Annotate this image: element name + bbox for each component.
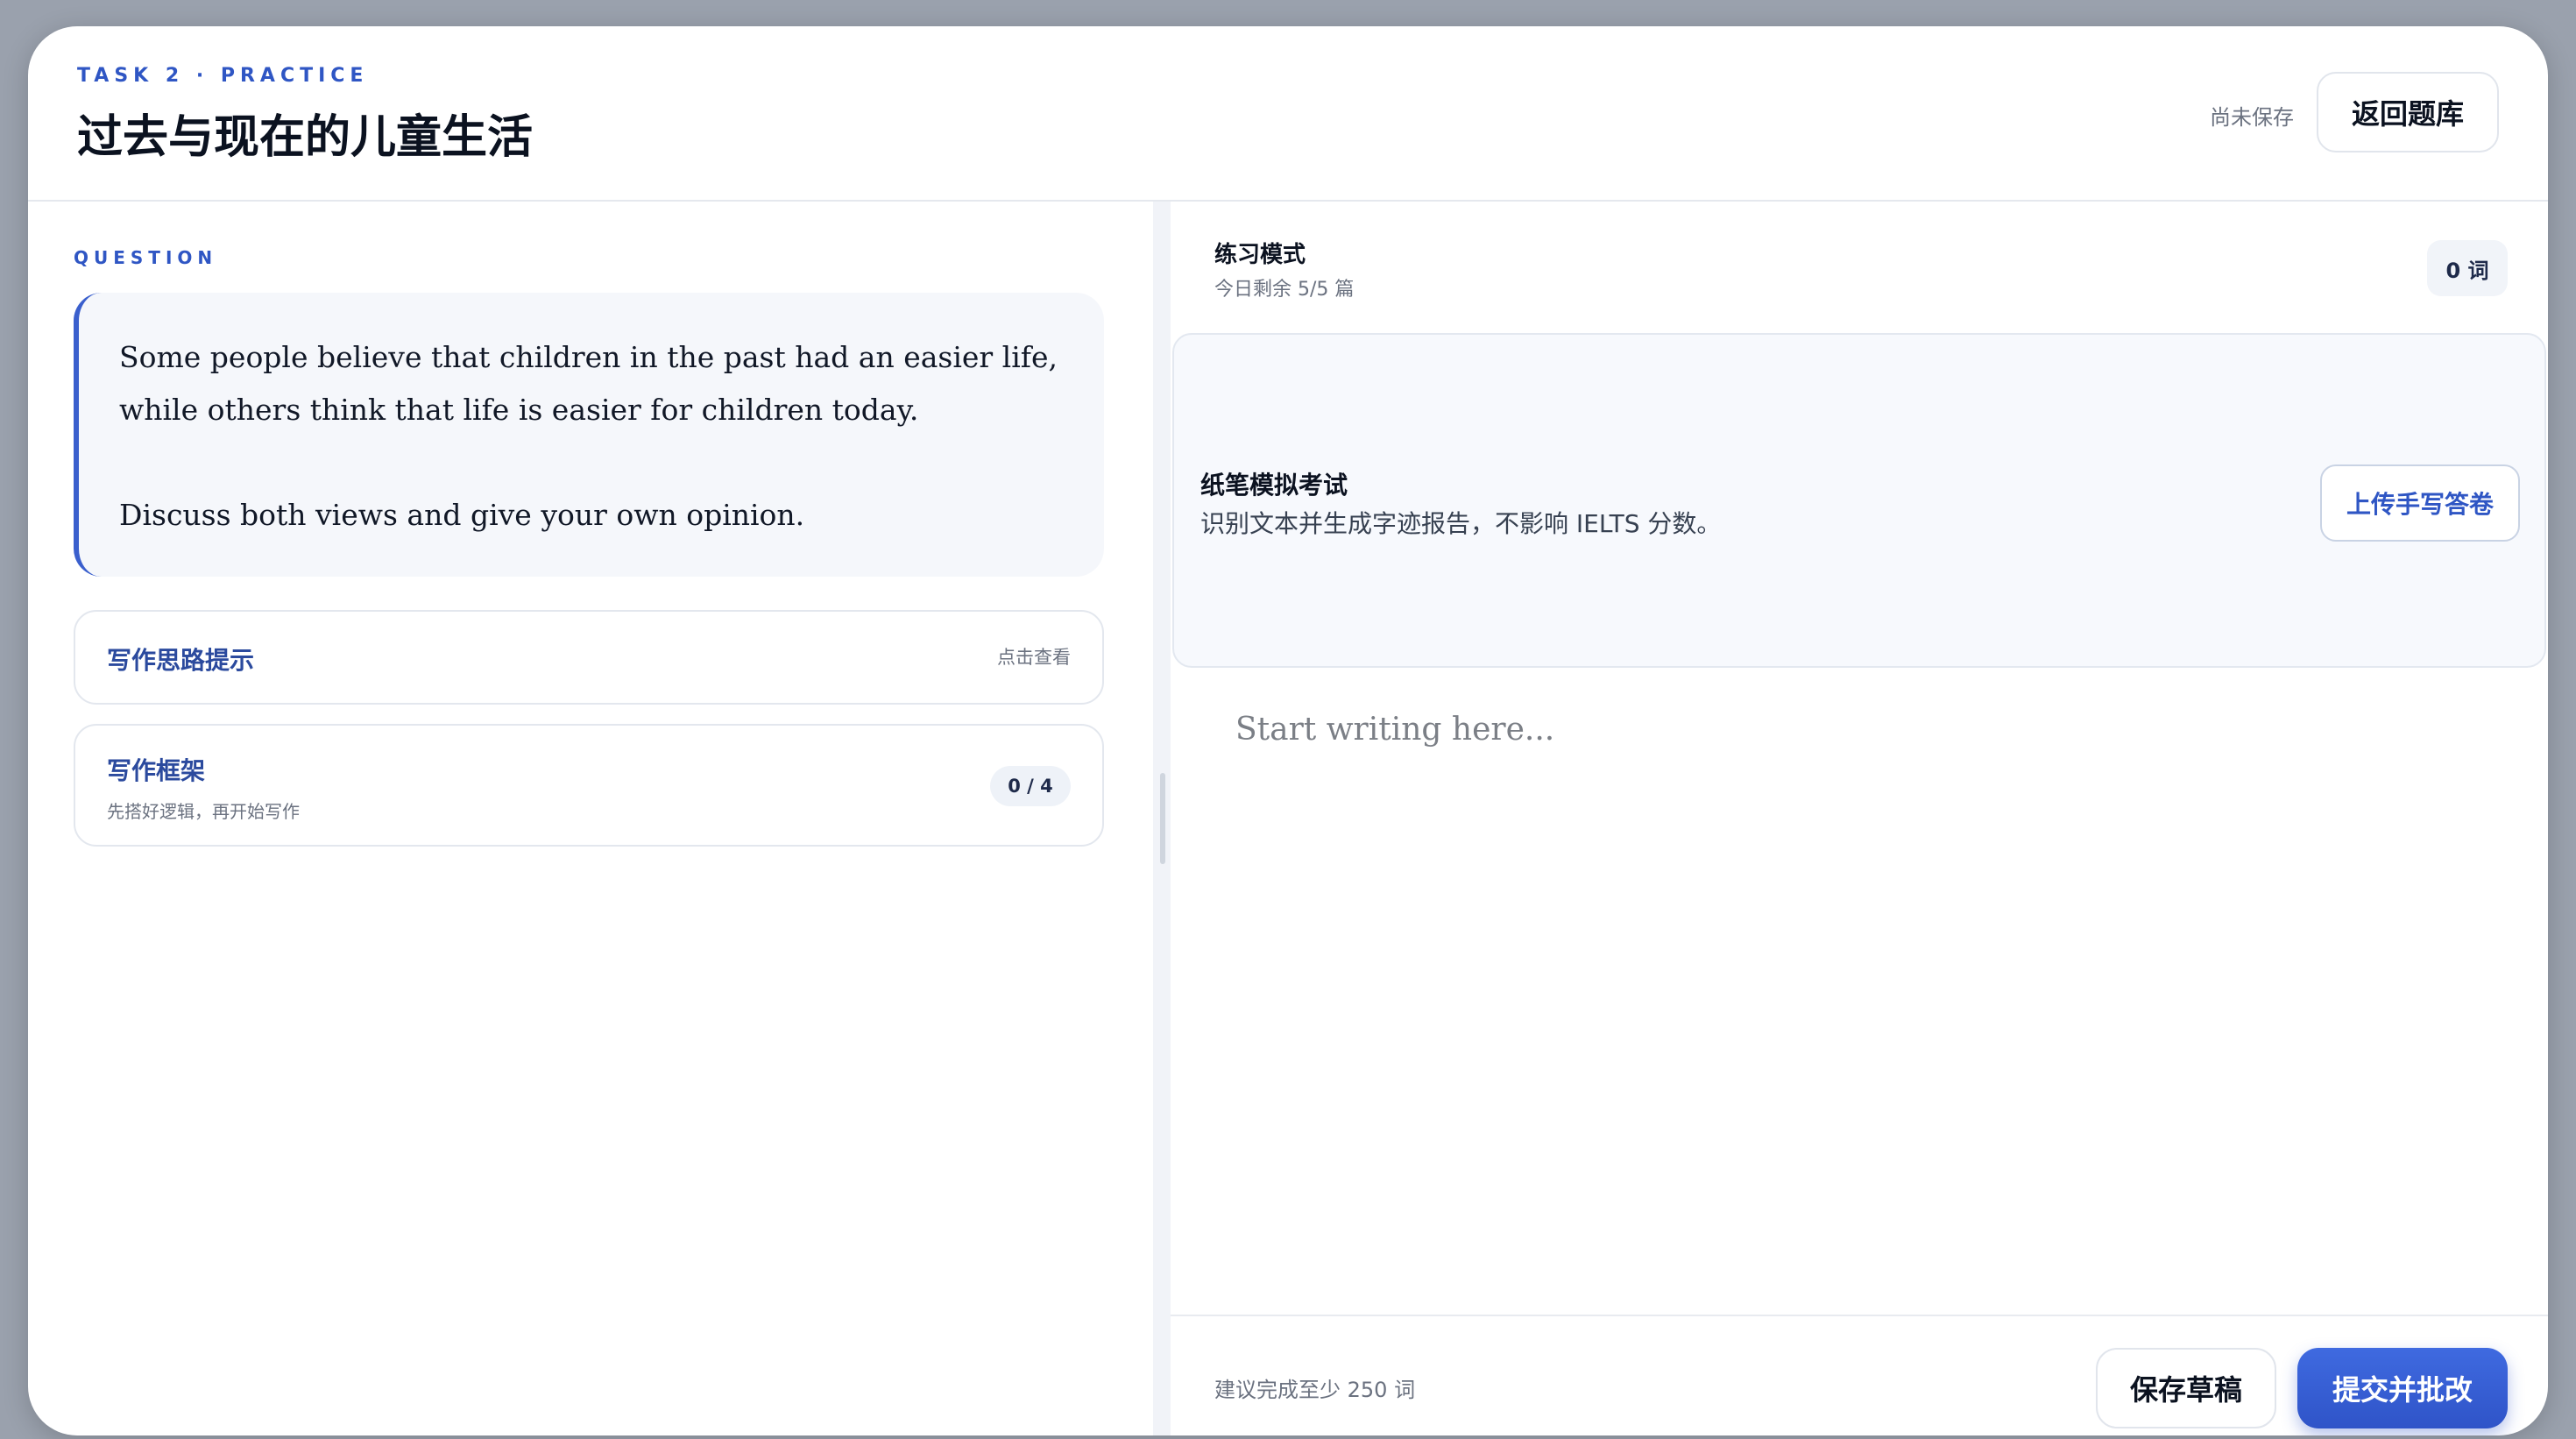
question-card: Some people believe that children in the… (74, 293, 1104, 577)
submit-grade-button[interactable]: 提交并批改 (2297, 1348, 2508, 1428)
page-header: TASK 2 · PRACTICE 过去与现在的儿童生活 尚未保存 返回题库 (28, 26, 2548, 202)
framework-subtitle: 先搭好逻辑，再开始写作 (107, 801, 300, 822)
question-text: Some people believe that children in the… (119, 340, 1058, 427)
writing-hints-title: 写作思路提示 (107, 646, 255, 675)
paper-exam-card: 纸笔模拟考试 识别文本并生成字迹报告，不影响 IELTS 分数。 上传手写答卷 (1172, 333, 2546, 668)
framework-title: 写作框架 (107, 756, 206, 785)
question-instruction: Discuss both views and give your own opi… (119, 498, 805, 532)
paper-exam-title: 纸笔模拟考试 (1200, 471, 1348, 500)
app-window: TASK 2 · PRACTICE 过去与现在的儿童生活 尚未保存 返回题库 Q… (28, 26, 2548, 1435)
word-count-badge: 0 词 (2427, 240, 2508, 296)
writing-hints-card[interactable]: 写作思路提示 点击查看 (74, 610, 1104, 705)
remaining-count: 今日剩余 5/5 篇 (1214, 279, 1355, 301)
question-pane: QUESTION Some people believe that childr… (28, 202, 1153, 1435)
page-title: 过去与现在的儿童生活 (77, 111, 534, 164)
upload-handwritten-button[interactable]: 上传手写答卷 (2320, 464, 2520, 542)
essay-editor[interactable] (1171, 670, 2548, 1227)
writing-framework-card[interactable]: 写作框架 先搭好逻辑，再开始写作 0 / 4 (74, 724, 1104, 847)
paper-exam-description: 识别文本并生成字迹报告，不影响 IELTS 分数。 (1200, 509, 1722, 538)
save-status: 尚未保存 (2210, 105, 2294, 130)
question-section-label: QUESTION (74, 247, 218, 268)
task-eyebrow: TASK 2 · PRACTICE (77, 65, 369, 87)
word-target-hint: 建议完成至少 250 词 (1214, 1378, 1416, 1402)
back-to-bank-button[interactable]: 返回题库 (2317, 72, 2499, 152)
view-hints-link[interactable]: 点击查看 (997, 643, 1071, 670)
framework-progress-badge: 0 / 4 (990, 766, 1071, 806)
save-draft-button[interactable]: 保存草稿 (2096, 1348, 2276, 1428)
editor-footer: 建议完成至少 250 词 保存草稿 提交并批改 (1171, 1315, 2548, 1435)
practice-mode-label: 练习模式 (1214, 242, 1306, 268)
resize-handle[interactable] (1160, 773, 1165, 864)
writing-pane: 练习模式 今日剩余 5/5 篇 0 词 纸笔模拟考试 识别文本并生成字迹报告，不… (1171, 202, 2548, 1435)
